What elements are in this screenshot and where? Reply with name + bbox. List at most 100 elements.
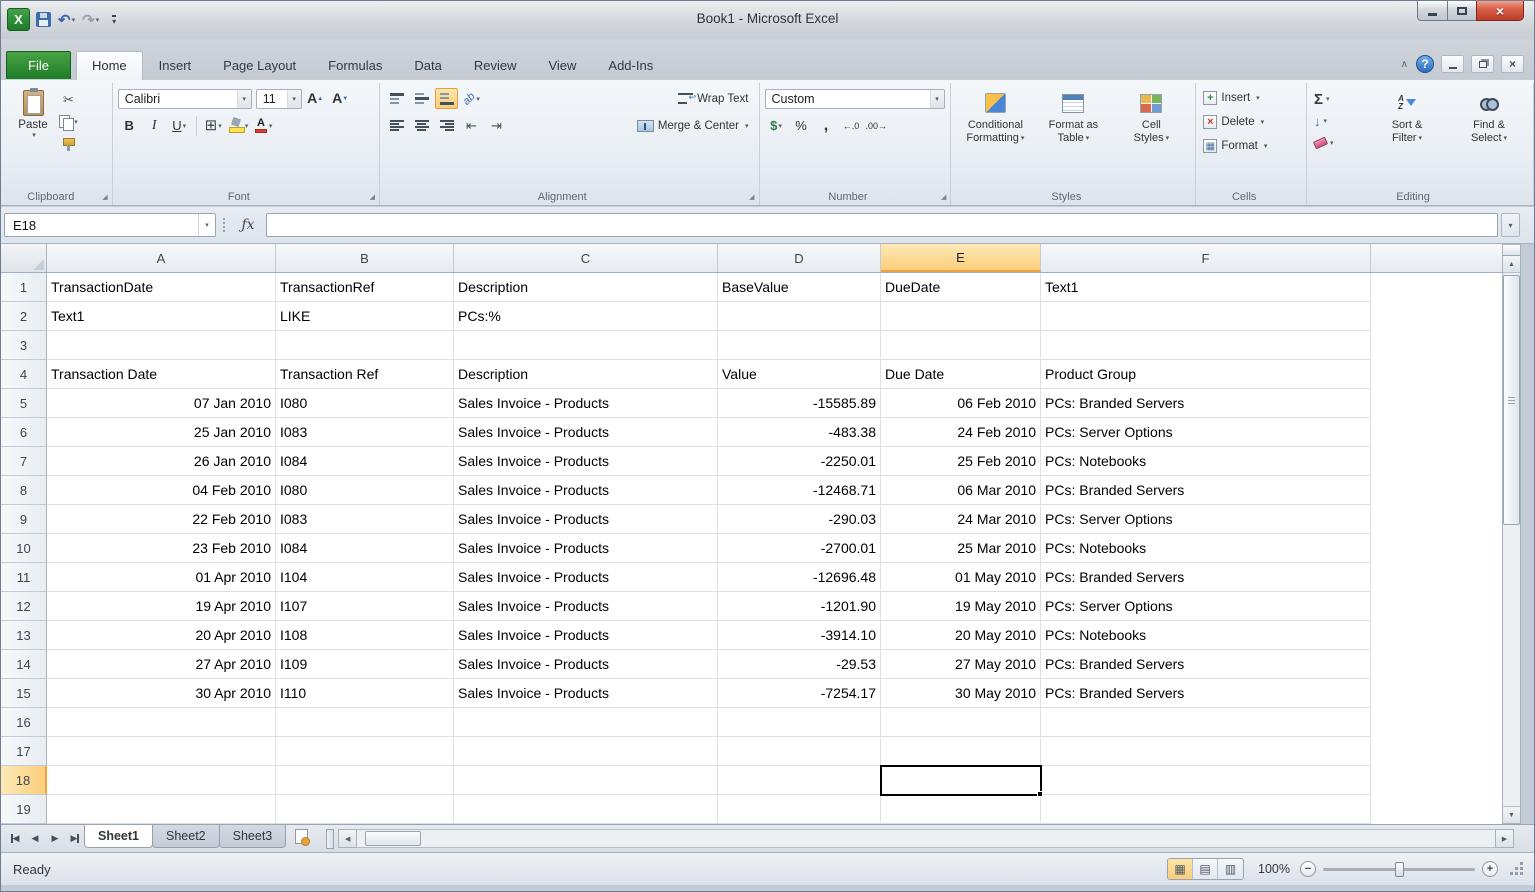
row-header-18[interactable]: 18 [1, 766, 47, 795]
cell-D2[interactable] [718, 302, 881, 331]
chevron-down-icon[interactable]: ▾ [745, 122, 749, 130]
format-as-table-button[interactable]: Format as Table▾ [1034, 86, 1112, 187]
cell-D6[interactable]: -483.38 [718, 418, 881, 447]
sheet-tab-sheet2[interactable]: Sheet2 [152, 825, 220, 848]
cell-D18[interactable] [718, 766, 881, 795]
cell-D14[interactable]: -29.53 [718, 650, 881, 679]
cell-E4[interactable]: Due Date [881, 360, 1041, 389]
middle-align-button[interactable] [410, 88, 433, 109]
tab-scrollbar-splitter[interactable] [326, 829, 334, 849]
cell-B14[interactable]: I109 [276, 650, 454, 679]
help-button[interactable]: ? [1416, 55, 1434, 73]
column-header-C[interactable]: C [454, 244, 718, 272]
cell-D5[interactable]: -15585.89 [718, 389, 881, 418]
increase-indent-button[interactable]: ⇥ [485, 115, 508, 136]
cell-B13[interactable]: I108 [276, 621, 454, 650]
chevron-down-icon[interactable]: ▾ [1324, 117, 1328, 125]
cell-D7[interactable]: -2250.01 [718, 447, 881, 476]
sort-filter-button[interactable]: AZ Sort & Filter▾ [1368, 86, 1446, 187]
cell-C11[interactable]: Sales Invoice - Products [454, 563, 718, 592]
cell-E11[interactable]: 01 May 2010 [881, 563, 1041, 592]
formula-bar-grip[interactable] [216, 213, 232, 237]
cell-B3[interactable] [276, 331, 454, 360]
cell-C15[interactable]: Sales Invoice - Products [454, 679, 718, 708]
cell-C5[interactable]: Sales Invoice - Products [454, 389, 718, 418]
row-header-19[interactable]: 19 [1, 795, 47, 824]
font-size-select[interactable]: 11 ▾ [256, 89, 302, 109]
cell-A9[interactable]: 22 Feb 2010 [47, 505, 276, 534]
copy-button[interactable]: ▾ [57, 111, 80, 132]
cell-A18[interactable] [47, 766, 276, 795]
cell-E8[interactable]: 06 Mar 2010 [881, 476, 1041, 505]
split-handle[interactable] [1503, 245, 1520, 256]
column-header-A[interactable]: A [47, 244, 276, 272]
close-button[interactable]: × [1476, 1, 1524, 21]
borders-button[interactable]: ⊞▾ [202, 115, 225, 136]
resize-grip[interactable] [1508, 860, 1526, 878]
cell-F5[interactable]: PCs: Branded Servers [1041, 389, 1371, 418]
horizontal-scrollbar-thumb[interactable] [365, 831, 421, 846]
cell-D3[interactable] [718, 331, 881, 360]
cell-B19[interactable] [276, 795, 454, 824]
first-sheet-button[interactable]: ◀ [5, 829, 25, 849]
workbook-minimize-button[interactable] [1441, 55, 1464, 73]
chevron-down-icon[interactable]: ▾ [218, 122, 222, 130]
row-header-11[interactable]: 11 [1, 563, 47, 592]
decrease-decimal-button[interactable]: .00→ [865, 115, 889, 136]
cell-F17[interactable] [1041, 737, 1371, 766]
cell-B5[interactable]: I080 [276, 389, 454, 418]
page-layout-view-button[interactable]: ▤ [1193, 859, 1218, 879]
cell-C19[interactable] [454, 795, 718, 824]
alignment-dialog-launcher[interactable]: ◢ [749, 193, 754, 201]
zoom-out-button[interactable]: − [1300, 861, 1316, 877]
cell-A12[interactable]: 19 Apr 2010 [47, 592, 276, 621]
cell-B4[interactable]: Transaction Ref [276, 360, 454, 389]
collapse-ribbon-icon[interactable]: ∧ [1401, 59, 1408, 70]
cell-F16[interactable] [1041, 708, 1371, 737]
row-header-6[interactable]: 6 [1, 418, 47, 447]
cell-F12[interactable]: PCs: Server Options [1041, 592, 1371, 621]
tab-insert[interactable]: Insert [143, 51, 208, 79]
row-header-15[interactable]: 15 [1, 679, 47, 708]
row-header-10[interactable]: 10 [1, 534, 47, 563]
chevron-down-icon[interactable]: ▾ [269, 122, 273, 130]
sheet-tab-sheet1[interactable]: Sheet1 [84, 825, 153, 848]
scroll-down-button[interactable]: ▼ [1503, 806, 1520, 823]
cell-F18[interactable] [1041, 766, 1371, 795]
chevron-down-icon[interactable]: ▾ [245, 122, 249, 130]
cell-E16[interactable] [881, 708, 1041, 737]
clear-button[interactable]: ▾ [1312, 132, 1364, 154]
cell-A15[interactable]: 30 Apr 2010 [47, 679, 276, 708]
clipboard-dialog-launcher[interactable]: ◢ [102, 193, 107, 201]
number-format-select[interactable]: Custom ▾ [765, 89, 945, 109]
cell-C14[interactable]: Sales Invoice - Products [454, 650, 718, 679]
cell-B6[interactable]: I083 [276, 418, 454, 447]
merge-center-button[interactable]: Merge & Center ▾ [632, 115, 754, 137]
cell-A11[interactable]: 01 Apr 2010 [47, 563, 276, 592]
insert-function-button[interactable]: ƒx [232, 213, 264, 237]
cell-B16[interactable] [276, 708, 454, 737]
top-align-button[interactable] [385, 88, 408, 109]
zoom-slider-thumb[interactable] [1395, 862, 1404, 877]
insert-worksheet-button[interactable] [286, 825, 316, 848]
cell-D16[interactable] [718, 708, 881, 737]
zoom-slider[interactable] [1323, 860, 1475, 878]
cell-A5[interactable]: 07 Jan 2010 [47, 389, 276, 418]
cell-F6[interactable]: PCs: Server Options [1041, 418, 1371, 447]
cell-E2[interactable] [881, 302, 1041, 331]
cell-E14[interactable]: 27 May 2010 [881, 650, 1041, 679]
row-header-14[interactable]: 14 [1, 650, 47, 679]
shrink-font-button[interactable]: A▼ [329, 88, 352, 109]
cell-D10[interactable]: -2700.01 [718, 534, 881, 563]
chevron-down-icon[interactable]: ▾ [1326, 95, 1330, 103]
cell-B2[interactable]: LIKE [276, 302, 454, 331]
cell-A3[interactable] [47, 331, 276, 360]
cell-A19[interactable] [47, 795, 276, 824]
cell-F2[interactable] [1041, 302, 1371, 331]
previous-sheet-button[interactable]: ◀ [25, 829, 45, 849]
vertical-scrollbar[interactable]: ▲ ▼ [1502, 244, 1521, 824]
cell-C7[interactable]: Sales Invoice - Products [454, 447, 718, 476]
cell-A14[interactable]: 27 Apr 2010 [47, 650, 276, 679]
tab-add-ins[interactable]: Add-Ins [592, 51, 669, 79]
next-sheet-button[interactable]: ▶ [45, 829, 65, 849]
